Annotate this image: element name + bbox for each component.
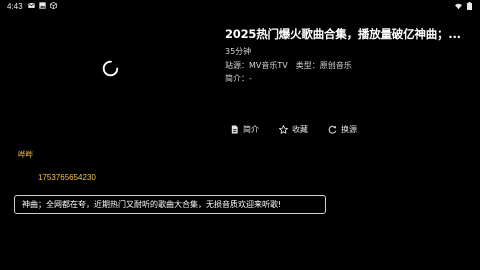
star-icon xyxy=(279,125,288,134)
switch-source-label: 换源 xyxy=(341,125,357,134)
marquee-message: 神曲；全网都在夸，近期热门又耐听的歌曲大合集，无损音质欢迎来听歌! xyxy=(14,195,326,214)
status-time: 4:43 xyxy=(7,2,23,11)
intro-button-label: 简介 xyxy=(243,125,259,134)
status-bar: 4:43 xyxy=(0,0,480,14)
action-bar: 简介 收藏 换源 xyxy=(230,124,357,135)
marquee-text: 神曲；全网都在夸，近期热门又耐听的歌曲大合集，无损音质欢迎来听歌! xyxy=(22,200,282,209)
video-title: 2025热门爆火歌曲合集，播放量破亿神曲；... xyxy=(225,27,461,41)
image-icon xyxy=(39,2,46,9)
video-type: 类型：原创音乐 xyxy=(295,61,352,70)
document-icon xyxy=(231,125,238,134)
video-duration: 35分钟 xyxy=(225,47,252,56)
mail-icon xyxy=(28,2,35,8)
favorite-button[interactable]: 收藏 xyxy=(279,124,328,135)
status-icons-right xyxy=(455,2,472,10)
station-source: 站源：MV音乐TV xyxy=(225,61,288,70)
favorite-button-label: 收藏 xyxy=(292,125,308,134)
intro-button[interactable]: 简介 xyxy=(230,124,279,135)
status-icons-left xyxy=(28,2,57,9)
barrage-username: 哔哔 xyxy=(18,150,33,159)
video-info: 2025热门爆火歌曲合集，播放量破亿神曲；... xyxy=(225,26,475,42)
battery-icon xyxy=(467,2,472,10)
loading-spinner-icon xyxy=(102,60,119,77)
barrage-id: 1753765654230 xyxy=(38,173,96,182)
cube-icon xyxy=(50,2,57,9)
switch-source-button[interactable]: 换源 xyxy=(328,124,357,135)
video-intro: 简介：- xyxy=(225,74,252,83)
wifi-icon xyxy=(455,3,462,9)
video-player[interactable] xyxy=(0,14,222,144)
station-type-row: 站源：MV音乐TV 类型：原创音乐 xyxy=(225,60,352,71)
refresh-icon xyxy=(328,125,337,134)
